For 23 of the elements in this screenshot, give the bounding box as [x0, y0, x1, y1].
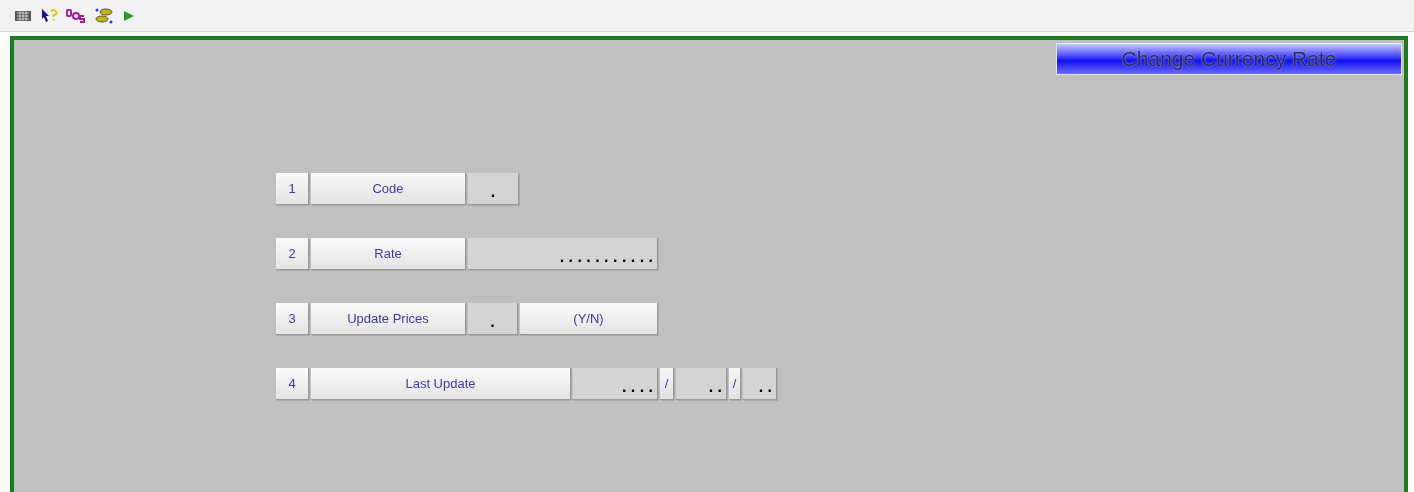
input-field[interactable]: . . . . — [573, 368, 658, 400]
field-number: 3 — [276, 303, 309, 335]
date-separator: / — [729, 368, 741, 400]
field-number: 2 — [276, 238, 309, 270]
input-field[interactable]: . . — [676, 368, 727, 400]
field-label: Code — [311, 173, 466, 205]
play-icon[interactable] — [122, 8, 136, 23]
date-separator: / — [660, 368, 674, 400]
input-field[interactable]: . . . . . . . . . . . — [468, 238, 658, 270]
field-number: 4 — [276, 368, 309, 400]
form-title: Change Currency Rate — [1056, 43, 1402, 75]
input-field[interactable]: . — [468, 303, 518, 335]
letters-icon[interactable] — [66, 7, 86, 24]
keyboard-icon[interactable] — [14, 8, 32, 23]
input-field[interactable]: . . — [743, 368, 777, 400]
field-number: 1 — [276, 173, 309, 205]
database-icon[interactable] — [94, 6, 114, 25]
input-field[interactable]: . — [468, 173, 519, 205]
field-label: Rate — [311, 238, 466, 270]
help-pointer-icon[interactable] — [40, 7, 58, 24]
field-label: Last Update — [311, 368, 571, 400]
field-label: Update Prices — [311, 303, 466, 335]
hint-label: (Y/N) — [520, 303, 658, 335]
